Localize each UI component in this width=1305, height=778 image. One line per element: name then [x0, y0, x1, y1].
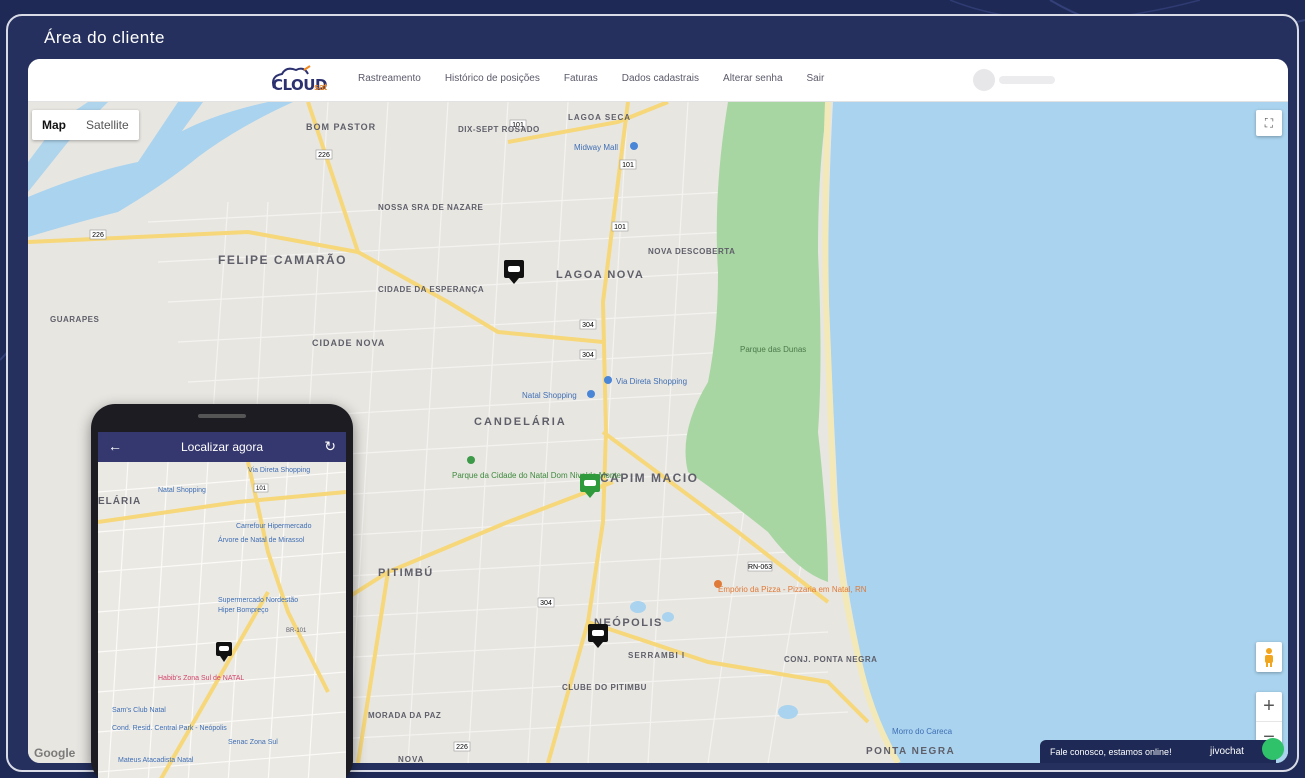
map-label: CONJ. PONTA NEGRA: [784, 655, 877, 664]
map-type-satellite-button[interactable]: Satellite: [76, 110, 139, 140]
map-label: NOSSA SRA DE NAZARE: [378, 203, 484, 212]
phone-poi-label: Supermercado Nordestão: [218, 597, 298, 604]
phone-poi-label: Senac Zona Sul: [228, 739, 278, 746]
map-label: SERRAMBI I: [628, 651, 685, 660]
phone-route-shield: 101: [256, 486, 267, 492]
poi-label: Empório da Pizza - Pizzaria em Natal, RN: [718, 585, 867, 594]
map-label: CLUBE DO PITIMBU: [562, 683, 647, 692]
map-label: BOM PASTOR: [306, 122, 376, 132]
phone-map-label: ELÁRIA: [98, 494, 141, 507]
fullscreen-icon: ⛶: [1264, 115, 1274, 130]
chat-message: Fale conosco, estamos online!: [1050, 747, 1172, 757]
poi-label: Midway Mall: [574, 143, 618, 152]
phone-poi-label: Via Direta Shopping: [248, 467, 310, 474]
phone-map[interactable]: 101 Via Direta Shopping Natal Shopping C…: [98, 432, 346, 778]
route-shield: 101: [614, 224, 626, 231]
poi-label: Parque das Dunas: [740, 345, 806, 354]
route-shield: 226: [92, 232, 104, 239]
zoom-in-button[interactable]: +: [1256, 692, 1282, 722]
route-shield: 304: [582, 322, 594, 329]
map-type-control: Map Satellite: [32, 110, 139, 140]
phone-app-bar: ← Localizar agora ↻: [98, 432, 346, 462]
poi-label: Natal Shopping: [522, 391, 577, 400]
map-type-map-button[interactable]: Map: [32, 110, 76, 140]
map-label: PONTA NEGRA: [866, 746, 955, 757]
nav-logout[interactable]: Sair: [807, 73, 825, 84]
avatar: [973, 69, 995, 91]
nav-position-history[interactable]: Histórico de posições: [445, 73, 540, 84]
route-shield: 226: [318, 152, 330, 159]
map-label: GUARAPES: [50, 315, 100, 324]
phone-poi-label: Sam's Club Natal: [112, 707, 166, 714]
phone-road-label: BR-101: [286, 628, 307, 634]
route-shield: 226: [456, 744, 468, 751]
phone-poi-label: Natal Shopping: [158, 487, 206, 494]
phone-speaker: [198, 414, 246, 418]
user-menu[interactable]: [973, 69, 1055, 91]
nav-tracking[interactable]: Rastreamento: [358, 73, 421, 84]
map-label: NOVA: [398, 755, 425, 763]
phone-poi-label: Habib's Zona Sul de NATAL: [158, 675, 244, 682]
map-label: DIX-SEPT ROSADO: [458, 125, 540, 134]
phone-screen: ← Localizar agora ↻ 101 Via Direta Shopp…: [98, 432, 346, 778]
nav-change-password[interactable]: Alterar senha: [723, 73, 782, 84]
nav-links: Rastreamento Histórico de posições Fatur…: [358, 73, 848, 84]
map-label: LAGOA NOVA: [556, 269, 644, 281]
map-label: LAGOA SECA: [568, 113, 631, 122]
map-label: PITIMBÚ: [378, 566, 434, 579]
chat-brand: jivochat: [1210, 746, 1244, 757]
route-shield: 101: [622, 162, 634, 169]
phone-mockup: ← Localizar agora ↻ 101 Via Direta Shopp…: [91, 404, 353, 778]
map-label: FELIPE CAMARÃO: [218, 252, 347, 267]
map-label: CIDADE DA ESPERANÇA: [378, 285, 484, 294]
phone-poi-label: Árvore de Natal de Mirassol: [218, 535, 305, 544]
refresh-icon[interactable]: ↻: [324, 438, 336, 455]
map-label: CANDELÁRIA: [474, 415, 567, 428]
route-shield: 304: [582, 352, 594, 359]
map-label: MORADA DA PAZ: [368, 711, 441, 720]
map-label: CIDADE NOVA: [312, 338, 385, 348]
phone-poi-label: Hiper Bompreço: [218, 607, 269, 614]
poi-label: Morro do Careca: [892, 727, 953, 736]
live-chat-bar[interactable]: Fale conosco, estamos online! jivochat: [1040, 738, 1284, 763]
user-name-placeholder: [999, 76, 1055, 84]
route-shield: RN-063: [748, 564, 772, 571]
chat-status-dot: [1262, 738, 1284, 760]
google-attribution: Google: [34, 746, 76, 760]
pegman-icon: [1265, 648, 1273, 667]
top-navigation: CLOUD sat Rastreamento Histórico de posi…: [28, 59, 1288, 102]
page-title: Área do cliente: [44, 28, 165, 47]
fullscreen-button[interactable]: ⛶: [1256, 110, 1282, 136]
phone-poi-label: Mateus Atacadista Natal: [118, 757, 194, 764]
logo-subtext: sat: [314, 82, 328, 92]
nav-invoices[interactable]: Faturas: [564, 73, 598, 84]
map-label: NOVA DESCOBERTA: [648, 247, 735, 256]
street-view-button[interactable]: [1256, 642, 1282, 672]
cloudsat-logo[interactable]: CLOUD sat: [268, 64, 338, 98]
phone-poi-label: Carrefour Hipermercado: [236, 523, 312, 530]
phone-poi-label: Cond. Resid. Central Park - Neópolis: [112, 725, 227, 732]
route-shield: 304: [540, 600, 552, 607]
nav-registration-data[interactable]: Dados cadastrais: [622, 73, 699, 84]
poi-label: Via Direta Shopping: [616, 377, 687, 386]
phone-title: Localizar agora: [180, 440, 264, 454]
